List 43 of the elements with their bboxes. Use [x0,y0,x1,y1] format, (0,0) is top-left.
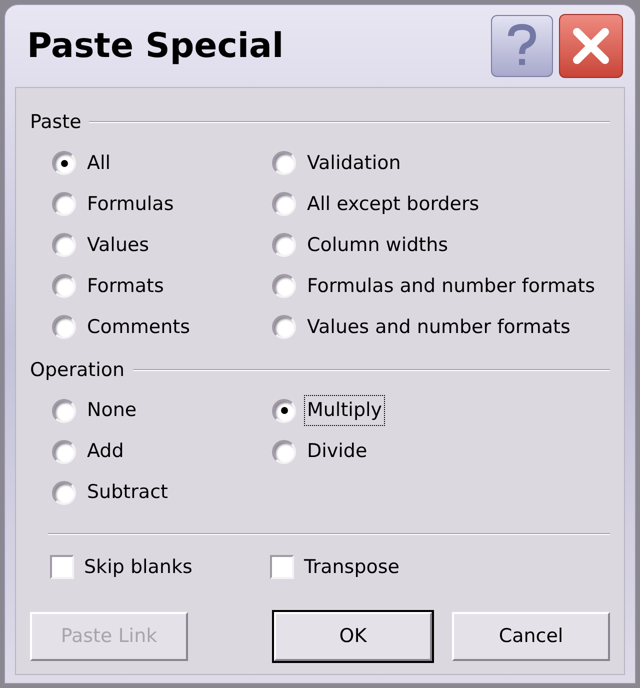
dialog-button[interactable]: Cancel [452,612,610,660]
radio-button[interactable] [52,480,76,504]
radio-label[interactable]: All [84,148,114,178]
radio-label[interactable]: Comments [84,312,193,342]
radio-button[interactable] [272,315,296,339]
dialog-button[interactable]: OK [274,612,432,660]
radio-label[interactable]: Formats [84,270,167,302]
radio-button[interactable] [272,440,296,464]
radio-button[interactable] [52,398,76,422]
help-button[interactable] [491,15,553,77]
radio-label[interactable]: Values and number formats [304,312,574,342]
radio-button[interactable] [52,151,76,175]
close-button[interactable] [559,14,623,78]
group-label: Paste [30,110,82,135]
radio-label[interactable]: Values [84,230,152,260]
window-title: Paste Special [27,24,285,68]
radio-label[interactable]: Divide [304,436,370,467]
checkbox[interactable] [50,555,74,580]
radio-label[interactable]: Formulas and number formats [304,270,598,302]
radio-button[interactable] [52,274,76,298]
radio-button[interactable] [52,440,76,464]
radio-button[interactable] [272,151,296,175]
checkbox-label[interactable]: Transpose [304,553,400,582]
radio-label[interactable]: Formulas [84,188,177,220]
question-mark-icon [507,24,537,68]
radio-button[interactable] [272,398,296,422]
checkbox[interactable] [270,555,294,580]
radio-label[interactable]: Column widths [304,230,452,260]
radio-button[interactable] [272,233,296,257]
radio-button[interactable] [52,233,76,257]
radio-button[interactable] [52,315,76,339]
radio-label[interactable]: Multiply [304,395,386,426]
group-label: Operation [30,358,125,382]
radio-button[interactable] [52,192,76,216]
radio-label[interactable]: Add [84,436,127,467]
checkbox-label[interactable]: Skip blanks [84,553,192,582]
radio-label[interactable]: All except borders [304,188,482,220]
radio-button[interactable] [272,192,296,216]
radio-button[interactable] [272,274,296,298]
radio-label[interactable]: None [84,395,140,426]
radio-label[interactable]: Validation [304,148,404,178]
close-icon [571,26,611,66]
radio-label[interactable]: Subtract [84,477,171,508]
